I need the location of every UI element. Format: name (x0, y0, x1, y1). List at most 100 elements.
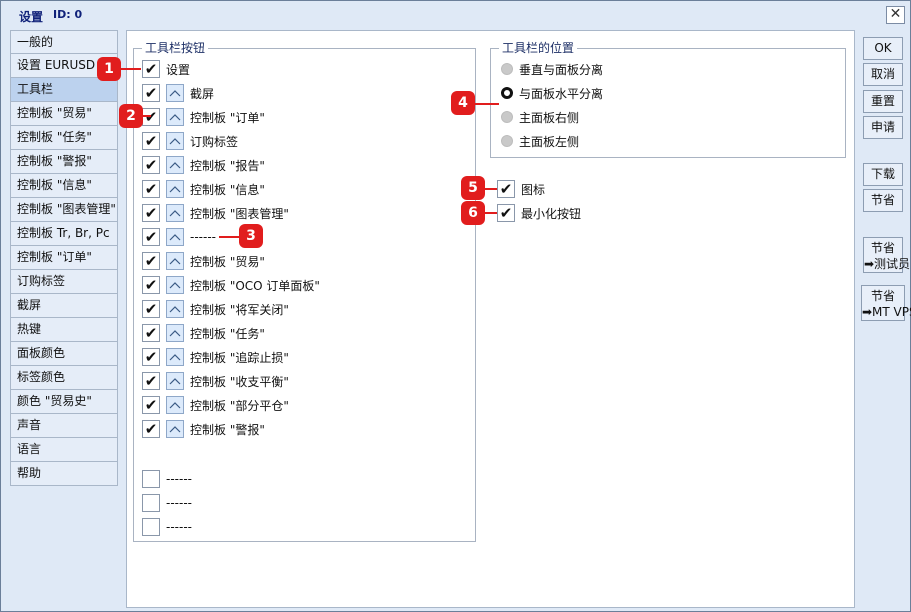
toolbar-button-checkbox[interactable]: ✔ (142, 396, 160, 414)
sidebar-item[interactable]: 颜色 "贸易史" (10, 390, 118, 414)
move-up-icon[interactable] (166, 204, 184, 222)
toolbar-button-checkbox[interactable]: ✔ (142, 204, 160, 222)
toolbar-buttons-title: 工具栏按钮 (142, 41, 209, 55)
option-label: 最小化按钮 (521, 206, 582, 221)
toolbar-button-row: ✔ 控制板 "追踪止损" (142, 347, 289, 367)
toolbar-settings-panel: 工具栏按钮 ✔ 设置 ✔ 截屏 ✔ 控制板 "订单" ✔ 订购标签 ✔ 控制板 "报告" ✔ 控制板 … (126, 30, 855, 608)
sidebar-item[interactable]: 工具栏 (10, 78, 118, 102)
toolbar-extra-checkbox[interactable] (142, 470, 160, 488)
move-up-icon[interactable] (166, 156, 184, 174)
settings-sidebar: 一般的 设置 EURUSD 工具栏 控制板 "贸易" 控制板 "任务" 控制板 "警报" 控… (10, 30, 118, 486)
sidebar-item[interactable]: 面板颜色 (10, 342, 118, 366)
move-up-icon[interactable] (166, 252, 184, 270)
toolbar-button-row: ✔ 控制板 "信息" (142, 179, 265, 199)
option-checkbox[interactable]: ✔ (497, 180, 515, 198)
save-button[interactable]: 节省 (863, 189, 903, 212)
toolbar-button-label: 控制板 "收支平衡" (190, 374, 289, 389)
download-button[interactable]: 下载 (863, 163, 903, 186)
sidebar-item[interactable]: 控制板 "警报" (10, 150, 118, 174)
toolbar-position-title: 工具栏的位置 (499, 41, 578, 55)
toolbar-button-checkbox[interactable]: ✔ (142, 108, 160, 126)
toolbar-button-label: 控制板 "OCO 订单面板" (190, 278, 320, 293)
save-vps-label: 节省 (870, 289, 895, 303)
toolbar-extra-row: ------ (142, 469, 192, 489)
badge-6-line (483, 212, 497, 214)
toolbar-button-label: 控制板 "报告" (190, 158, 265, 173)
toolbar-button-checkbox[interactable]: ✔ (142, 300, 160, 318)
option-checkbox[interactable]: ✔ (497, 204, 515, 222)
option-row: ✔ 图标 (497, 179, 545, 199)
position-radio[interactable] (501, 63, 513, 75)
sidebar-item[interactable]: 订购标签 (10, 270, 118, 294)
position-option[interactable]: 与面板水平分离 (501, 83, 603, 103)
sidebar-item[interactable]: 控制板 "订单" (10, 246, 118, 270)
badge-3: 3 (239, 224, 263, 248)
badge-4-line (473, 103, 499, 105)
sidebar-item[interactable]: 控制板 "贸易" (10, 102, 118, 126)
move-up-icon[interactable] (166, 276, 184, 294)
toolbar-extra-row: ------ (142, 493, 192, 513)
toolbar-button-checkbox[interactable]: ✔ (142, 372, 160, 390)
toolbar-extra-checkbox[interactable] (142, 518, 160, 536)
move-up-icon[interactable] (166, 420, 184, 438)
sidebar-item[interactable]: 控制板 "任务" (10, 126, 118, 150)
position-label: 主面板左侧 (519, 134, 580, 149)
move-up-icon[interactable] (166, 396, 184, 414)
toolbar-button-row: ✔ ------ (142, 227, 216, 247)
position-radio[interactable] (501, 87, 513, 99)
sidebar-item[interactable]: 控制板 Tr, Br, Pc (10, 222, 118, 246)
sidebar-item[interactable]: 控制板 "图表管理" (10, 198, 118, 222)
sidebar-item[interactable]: 热键 (10, 318, 118, 342)
position-radio[interactable] (501, 111, 513, 123)
toolbar-button-checkbox[interactable]: ✔ (142, 228, 160, 246)
move-up-icon[interactable] (166, 372, 184, 390)
move-up-icon[interactable] (166, 300, 184, 318)
toolbar-button-label: 控制板 "将军关闭" (190, 302, 289, 317)
save-vps-button[interactable]: 节省 ➡MT VPS (861, 285, 911, 321)
toolbar-extra-label: ------ (166, 496, 192, 510)
reset-button[interactable]: 重置 (863, 90, 903, 113)
move-up-icon[interactable] (166, 348, 184, 366)
apply-button[interactable]: 申请 (863, 116, 903, 139)
toolbar-button-checkbox[interactable]: ✔ (142, 156, 160, 174)
toolbar-extra-checkbox[interactable] (142, 494, 160, 512)
sidebar-item[interactable]: 标签颜色 (10, 366, 118, 390)
badge-5-line (483, 188, 497, 190)
position-option[interactable]: 主面板左侧 (501, 131, 579, 151)
sidebar-item[interactable]: 控制板 "信息" (10, 174, 118, 198)
toolbar-button-label: 订购标签 (190, 134, 239, 149)
toolbar-button-checkbox[interactable]: ✔ (142, 348, 160, 366)
toolbar-button-checkbox[interactable]: ✔ (142, 180, 160, 198)
move-up-icon[interactable] (166, 84, 184, 102)
toolbar-button-checkbox[interactable]: ✔ (142, 324, 160, 342)
option-label: 图标 (521, 182, 546, 197)
sidebar-item[interactable]: 一般的 (10, 30, 118, 54)
toolbar-button-checkbox[interactable]: ✔ (142, 132, 160, 150)
toolbar-button-row: ✔ 控制板 "OCO 订单面板" (142, 275, 320, 295)
toolbar-button-checkbox[interactable]: ✔ (142, 276, 160, 294)
sidebar-item[interactable]: 声音 (10, 414, 118, 438)
position-option[interactable]: 垂直与面板分离 (501, 59, 603, 79)
sidebar-item[interactable]: 帮助 (10, 462, 118, 486)
move-up-icon[interactable] (166, 324, 184, 342)
save-vps-target: ➡MT VPS (862, 305, 911, 319)
save-tester-button[interactable]: 节省 ➡测试员 (863, 237, 910, 273)
sidebar-item[interactable]: 语言 (10, 438, 118, 462)
toolbar-button-checkbox[interactable]: ✔ (142, 60, 160, 78)
toolbar-button-row: ✔ 截屏 (142, 83, 214, 103)
close-button[interactable]: ✕ (886, 6, 905, 24)
position-radio[interactable] (501, 135, 513, 147)
toolbar-button-checkbox[interactable]: ✔ (142, 252, 160, 270)
toolbar-button-row: ✔ 设置 (142, 59, 190, 79)
move-up-icon[interactable] (166, 180, 184, 198)
move-up-icon[interactable] (166, 108, 184, 126)
ok-button[interactable]: OK (863, 37, 903, 60)
sidebar-item[interactable]: 截屏 (10, 294, 118, 318)
move-up-icon[interactable] (166, 132, 184, 150)
cancel-button[interactable]: 取消 (863, 63, 903, 86)
toolbar-button-checkbox[interactable]: ✔ (142, 84, 160, 102)
position-option[interactable]: 主面板右侧 (501, 107, 579, 127)
toolbar-button-row: ✔ 控制板 "订单" (142, 107, 265, 127)
toolbar-button-checkbox[interactable]: ✔ (142, 420, 160, 438)
move-up-icon[interactable] (166, 228, 184, 246)
